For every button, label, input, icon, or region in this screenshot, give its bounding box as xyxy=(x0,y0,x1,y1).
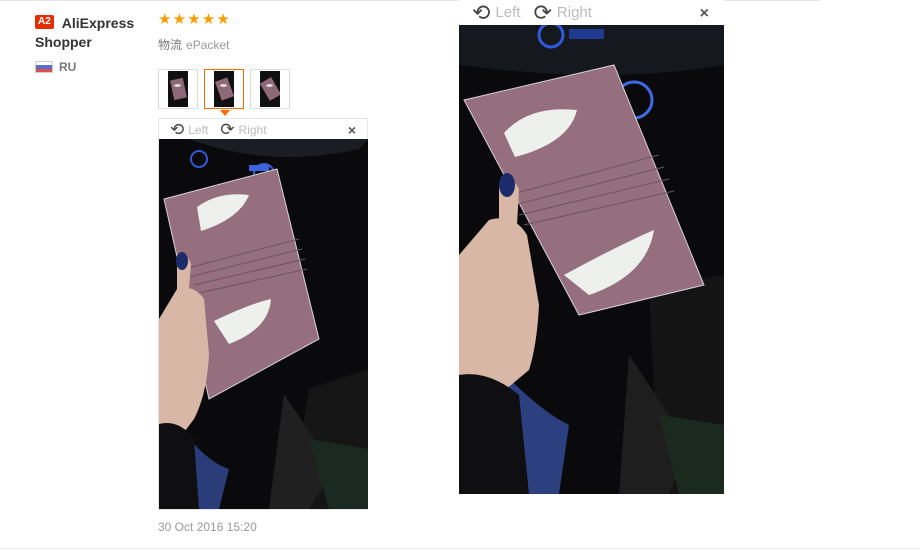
review-photo-large-image xyxy=(459,25,724,494)
viewer-toolbar: ⟲ Left ⟳ Right × xyxy=(459,0,724,25)
reviewer-name-line2: Shopper xyxy=(35,34,92,50)
close-icon[interactable]: × xyxy=(700,5,709,23)
shipping-label: 物流 xyxy=(158,38,183,52)
review-photo[interactable] xyxy=(159,139,368,509)
photo-thumbnails xyxy=(158,69,296,109)
review-photo-large[interactable] xyxy=(459,25,724,494)
close-icon[interactable]: × xyxy=(348,122,356,138)
photo-thumbnail-1[interactable] xyxy=(158,69,198,109)
reviewer-name-line1: AliExpress xyxy=(61,15,135,31)
bottom-divider xyxy=(0,548,920,549)
star-icon: ★ xyxy=(201,11,216,28)
star-icon: ★ xyxy=(172,11,187,28)
rotate-left-button[interactable]: ⟲ Left xyxy=(459,0,520,26)
inline-photo-viewer: ⟲ Left ⟳ Right × xyxy=(158,118,368,510)
rotate-right-icon: ⟳ xyxy=(220,119,235,139)
rotate-left-button[interactable]: ⟲ Left xyxy=(159,120,208,140)
shipping-info: 物流 ePacket xyxy=(158,36,229,53)
rotate-right-icon: ⟳ xyxy=(533,0,552,25)
viewer-toolbar: ⟲ Left ⟳ Right × xyxy=(159,119,367,140)
review-photo-image xyxy=(159,139,368,509)
star-icon: ★ xyxy=(216,11,230,28)
active-thumbnail-pointer xyxy=(220,110,230,116)
rotate-right-label: Right xyxy=(238,122,267,137)
star-icon: ★ xyxy=(187,11,201,28)
rotate-right-label: Right xyxy=(556,4,592,21)
reviewer-country: RU xyxy=(35,60,150,74)
rotate-left-label: Left xyxy=(495,4,521,21)
reviewer-name: AliExpress xyxy=(62,14,134,33)
expanded-photo-viewer: ⟲ Left ⟳ Right × xyxy=(459,0,724,494)
rotate-left-icon: ⟲ xyxy=(472,0,491,25)
rotate-right-button[interactable]: ⟳ Right xyxy=(208,120,266,140)
russia-flag-icon xyxy=(35,61,53,73)
photo-thumbnail-2[interactable] xyxy=(204,69,244,109)
photo-thumbnail-3[interactable] xyxy=(250,69,290,109)
star-icon: ★ xyxy=(158,11,172,28)
buyer-level-badge: A2 xyxy=(35,15,54,29)
rotate-right-button[interactable]: ⟳ Right xyxy=(520,0,591,26)
review-date: 30 Oct 2016 15:20 xyxy=(158,520,257,534)
rotate-left-label: Left xyxy=(188,122,209,137)
shipping-method: ePacket xyxy=(186,38,230,52)
rotate-left-icon: ⟲ xyxy=(170,119,185,139)
reviewer-info: A2 AliExpress Shopper RU xyxy=(35,14,150,74)
star-rating: ★ ★ ★ ★ ★ xyxy=(158,11,231,28)
country-code: RU xyxy=(59,60,77,74)
